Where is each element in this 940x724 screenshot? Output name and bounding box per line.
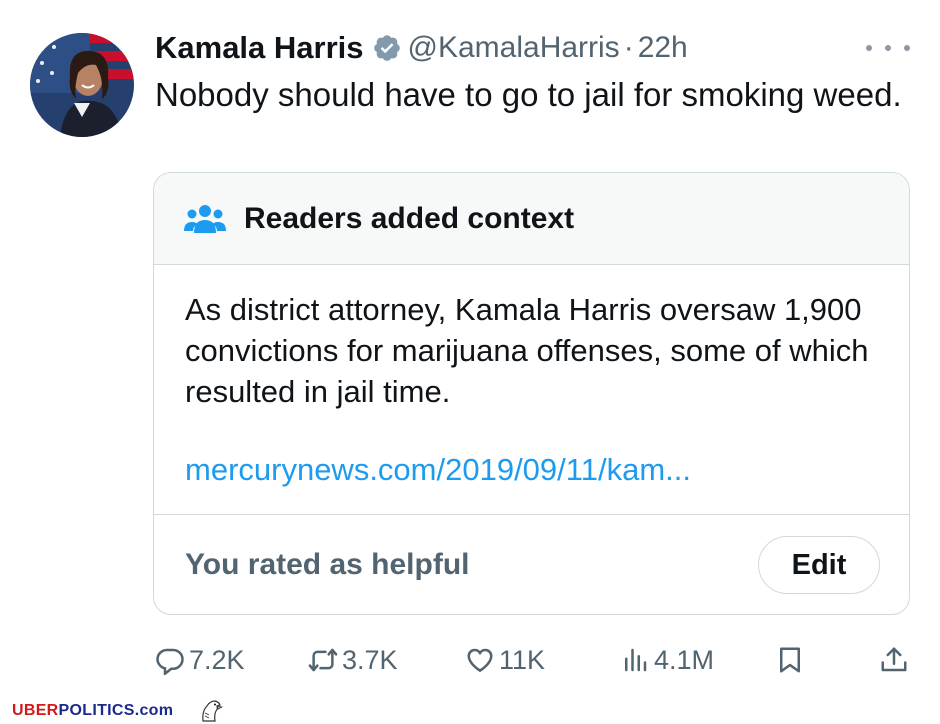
view-count: 4.1M [654,644,715,675]
analytics-icon [625,648,647,672]
bookmark-icon [780,647,800,673]
verified-badge-icon [373,35,400,61]
avatar[interactable] [30,33,134,137]
edit-rating-button[interactable]: Edit [758,536,880,594]
like-button[interactable]: 11K [465,640,545,680]
avatar-photo [30,33,134,137]
share-button[interactable] [879,640,913,680]
watermark: UBERPOLITICS.com [12,702,173,720]
community-note-body: As district attorney, Kamala Harris over… [154,265,909,515]
bookmark-button[interactable] [775,640,809,680]
community-note-card[interactable]: Readers added context As district attorn… [153,172,910,615]
reply-count: 7.2K [189,644,245,675]
people-icon [184,204,226,233]
reply-button[interactable]: 7.2K [155,640,245,680]
rating-status: You rated as helpful [185,548,470,581]
author-name[interactable]: Kamala Harris [155,30,364,66]
repost-button[interactable]: 3.7K [308,640,398,680]
repost-count: 3.7K [342,644,398,675]
community-note-text: As district attorney, Kamala Harris over… [185,292,869,409]
community-note-header: Readers added context [154,173,909,265]
share-icon [881,647,907,672]
author-handle[interactable]: @KamalaHarris [408,31,620,65]
separator-dot: · [623,31,634,64]
views-button[interactable]: 4.1M [620,640,714,680]
more-icon[interactable] [866,36,910,60]
reply-icon [156,648,184,675]
tweet-text: Nobody should have to go to jail for smo… [155,76,902,113]
community-note-title: Readers added context [244,201,575,235]
watermark-part2: POLITICS [58,702,135,719]
watermark-part3: .com [134,702,174,719]
timestamp[interactable]: 22h [638,31,688,65]
heart-icon [467,648,493,673]
community-note-footer: You rated as helpful Edit [154,515,909,614]
tweet-actions: 7.2K 3.7K 11K 4.1M [153,640,913,680]
eagle-logo-icon [202,700,224,722]
like-count: 11K [499,644,546,675]
community-note-link[interactable]: mercurynews.com/2019/09/11/kam... [185,452,878,488]
repost-icon [308,648,338,672]
watermark-part1: UBER [12,702,59,719]
tweet-header: Kamala Harris @KamalaHarris · 22h [155,30,688,66]
